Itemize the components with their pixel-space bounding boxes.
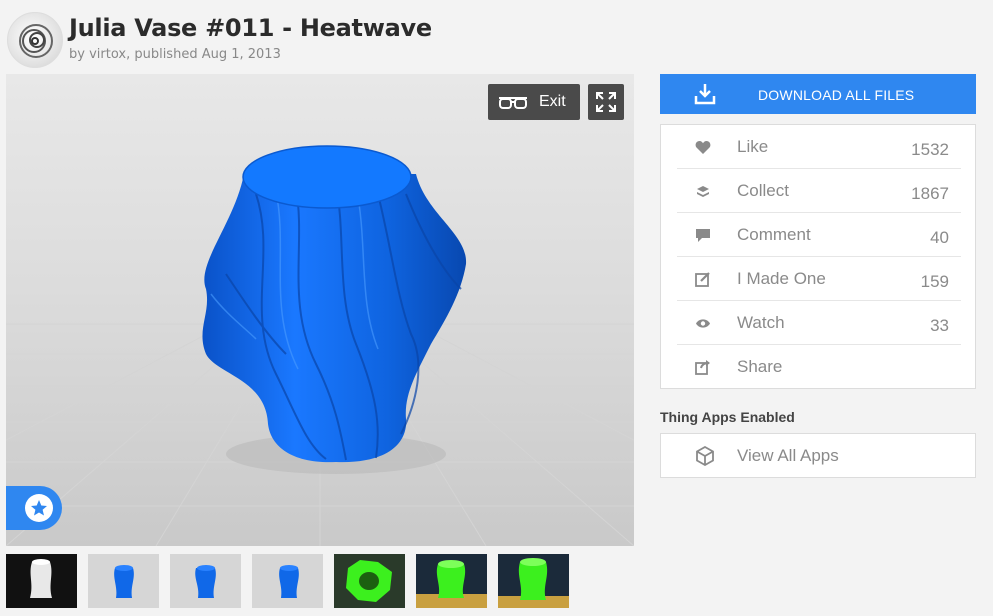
download-label: DOWNLOAD ALL FILES	[758, 87, 915, 103]
byline[interactable]: by virtox, published Aug 1, 2013	[69, 47, 281, 62]
thumb-green-print-2[interactable]	[416, 554, 487, 608]
heart-icon	[694, 138, 712, 156]
thumb-white-vase-dark[interactable]	[6, 554, 77, 608]
thumb-image	[88, 554, 159, 608]
exit-3d-button[interactable]: Exit	[488, 84, 580, 120]
comment-label: Comment	[737, 225, 811, 244]
download-icon	[694, 84, 716, 105]
watch-label: Watch	[737, 313, 785, 332]
actions-panel: Like 1532 Collect 1867 Comment 40 I Made…	[660, 124, 976, 389]
collect-action[interactable]: Collect 1867	[677, 169, 961, 213]
like-action[interactable]: Like 1532	[677, 125, 961, 169]
thumb-image	[252, 554, 323, 608]
watch-count: 33	[930, 316, 949, 335]
thing-page: Julia Vase #011 - Heatwave by virtox, pu…	[0, 0, 993, 616]
collect-count: 1867	[911, 184, 949, 203]
model-viewer[interactable]: Exit	[6, 74, 634, 546]
share-action[interactable]: Share	[677, 345, 961, 389]
vase-3d-render	[6, 145, 634, 546]
pencil-square-icon	[694, 270, 712, 288]
share-label: Share	[737, 357, 783, 376]
collect-label: Collect	[737, 181, 789, 200]
watch-action[interactable]: Watch 33	[677, 301, 961, 345]
thumb-blue-vase-3[interactable]	[252, 554, 323, 608]
thumb-green-print-3[interactable]	[498, 554, 569, 608]
share-icon	[694, 358, 712, 376]
fullscreen-button[interactable]	[588, 84, 624, 120]
thumbnail-strip	[6, 554, 569, 608]
thumb-blue-vase-1[interactable]	[88, 554, 159, 608]
view-all-apps-button[interactable]: View All Apps	[660, 433, 976, 478]
i-made-one-count: 159	[920, 272, 949, 291]
featured-badge[interactable]	[6, 486, 62, 530]
thumb-image	[170, 554, 241, 608]
thumb-green-print-top[interactable]	[334, 554, 405, 608]
comment-action[interactable]: Comment 40	[677, 213, 961, 257]
eye-icon	[694, 314, 712, 332]
thing-apps-heading: Thing Apps Enabled	[660, 409, 795, 425]
cube-icon	[696, 446, 714, 466]
page-title: Julia Vase #011 - Heatwave	[69, 14, 432, 42]
expand-icon	[596, 92, 616, 112]
thumb-image	[416, 554, 487, 608]
collection-icon	[694, 182, 712, 200]
like-count: 1532	[911, 140, 949, 159]
i-made-one-label: I Made One	[737, 269, 826, 288]
comment-count: 40	[930, 228, 949, 247]
thumb-image	[498, 554, 569, 608]
exit-label: Exit	[539, 93, 566, 110]
3d-glasses-icon	[499, 97, 527, 109]
thumb-image	[334, 554, 405, 608]
download-all-files-button[interactable]: DOWNLOAD ALL FILES	[660, 74, 976, 114]
featured-circle	[25, 494, 53, 522]
avatar[interactable]	[7, 12, 63, 68]
swirl-logo-icon	[19, 24, 53, 58]
star-icon	[31, 500, 47, 516]
thumb-blue-vase-2[interactable]	[170, 554, 241, 608]
comment-icon	[694, 226, 712, 244]
view-all-apps-label: View All Apps	[737, 446, 839, 465]
like-label: Like	[737, 137, 769, 156]
thumb-image	[6, 554, 77, 608]
i-made-one-action[interactable]: I Made One 159	[677, 257, 961, 301]
